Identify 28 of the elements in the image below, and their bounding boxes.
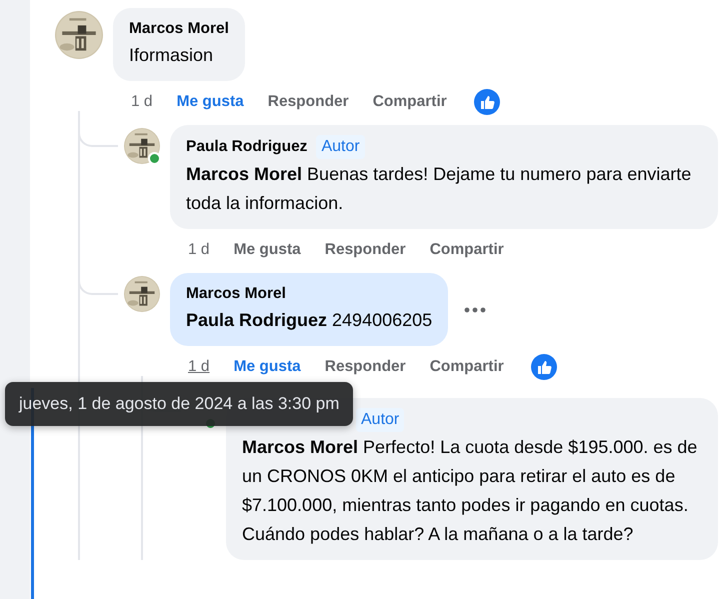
timestamp-link[interactable]: 1 d bbox=[188, 241, 210, 259]
comment-text: Marcos Morel Buenas tardes! Dejame tu numero para enviarte toda la informacion. bbox=[186, 163, 692, 215]
author-name[interactable]: Marcos Morel bbox=[186, 283, 286, 305]
author-badge: Autor bbox=[356, 408, 404, 432]
more-icon[interactable] bbox=[464, 306, 486, 312]
like-link[interactable]: Me gusta bbox=[234, 358, 301, 376]
share-link[interactable]: Compartir bbox=[430, 241, 504, 259]
share-link[interactable]: Compartir bbox=[430, 358, 504, 376]
reply-link[interactable]: Responder bbox=[268, 93, 349, 111]
comment-text: Marcos Morel Perfecto! La cuota desde $195.000. es de un CRONOS 0KM el anticipo para retirar el auto es de $7.100.000, mientras tanto podes ir pagando en cuotas. Cuándo podes hablar? A la mañana o a la tarde? bbox=[242, 436, 698, 546]
timestamp-link[interactable]: 1 d bbox=[188, 358, 210, 376]
like-reaction-icon[interactable] bbox=[474, 89, 500, 115]
comment-text: Paula Rodriguez 2494006205 bbox=[186, 309, 432, 332]
reply-link[interactable]: Responder bbox=[324, 358, 406, 376]
share-link[interactable]: Compartir bbox=[372, 93, 447, 111]
like-link[interactable]: Me gusta bbox=[176, 93, 244, 111]
author-name[interactable]: Paula Rodriguez bbox=[186, 136, 308, 158]
avatar[interactable] bbox=[124, 276, 160, 312]
like-link[interactable]: Me gusta bbox=[234, 241, 301, 259]
avatar[interactable] bbox=[55, 11, 103, 59]
like-reaction-icon[interactable] bbox=[530, 354, 557, 380]
comment-text: Iformasion bbox=[129, 44, 214, 67]
author-badge: Autor bbox=[316, 135, 365, 159]
author-name[interactable]: Marcos Morel bbox=[129, 18, 229, 40]
avatar[interactable] bbox=[124, 128, 160, 164]
timestamp-link[interactable]: 1 d bbox=[131, 93, 153, 111]
reply-link[interactable]: Responder bbox=[324, 241, 406, 259]
date-tooltip: jueves, 1 de agosto de 2024 a las 3:30 pm bbox=[5, 382, 354, 426]
